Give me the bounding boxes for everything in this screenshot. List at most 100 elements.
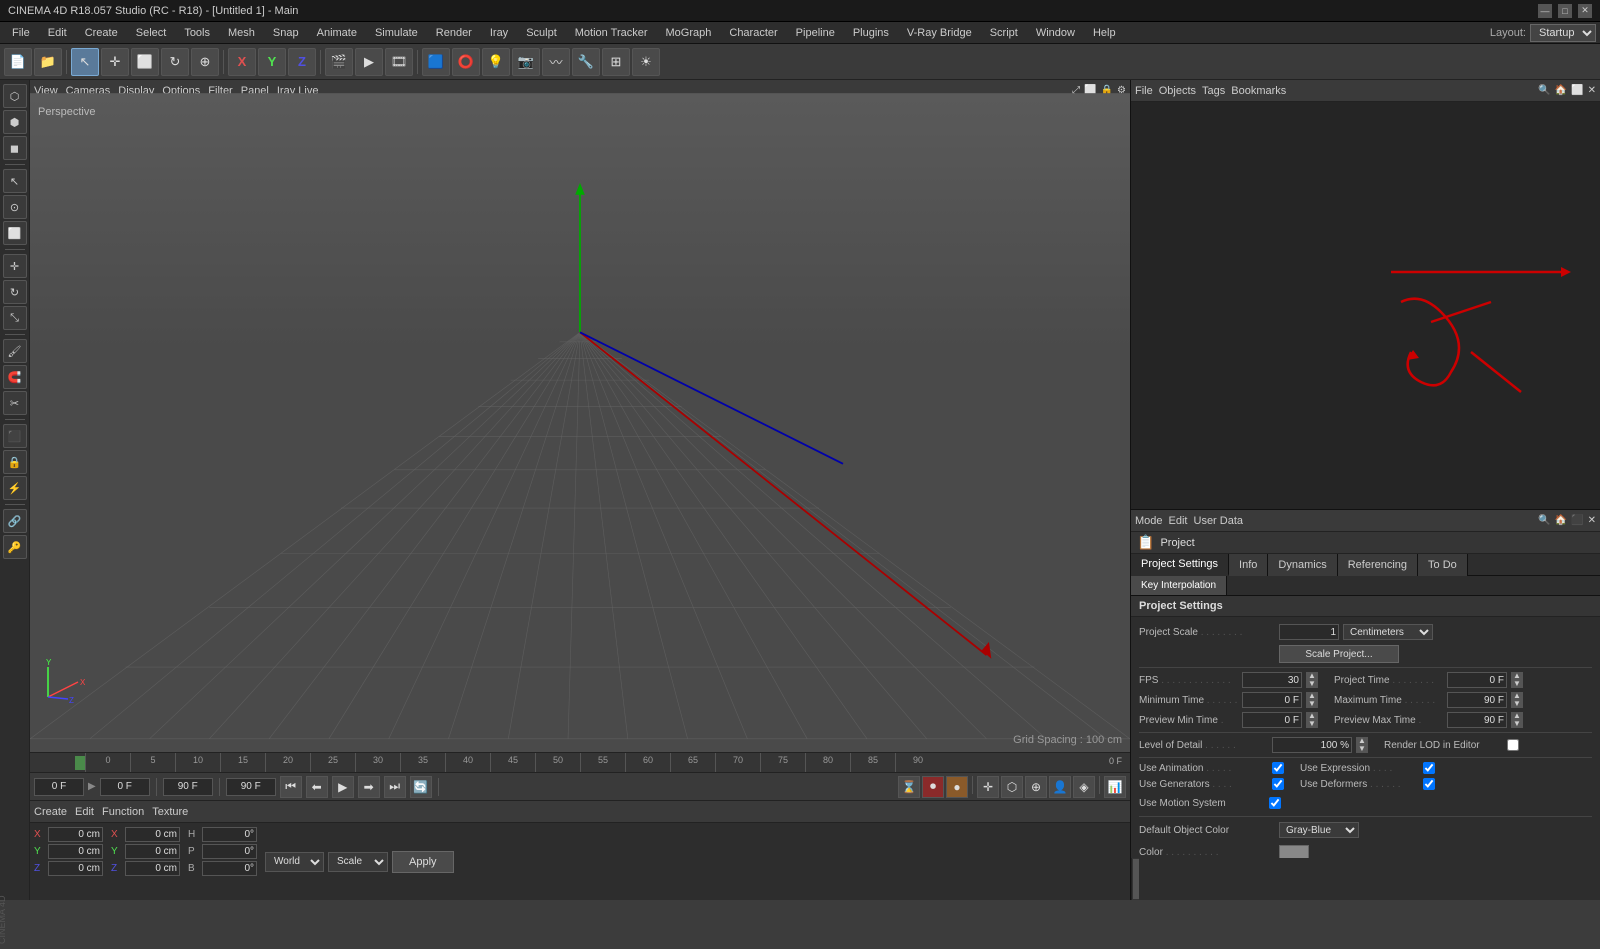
transform-mode-select[interactable]: Scale Move Rotate [328,852,388,872]
use-motion-checkbox[interactable] [1269,797,1281,809]
tab-referencing[interactable]: Referencing [1338,554,1418,576]
menu-file[interactable]: File [4,25,38,41]
menu-select[interactable]: Select [128,25,175,41]
close-button[interactable]: ✕ [1578,4,1592,18]
props-mode[interactable]: Mode [1135,515,1163,527]
use-deformers-checkbox[interactable] [1423,778,1435,790]
current-frame-field[interactable] [34,778,84,796]
props-search-icon[interactable]: 🔍 [1538,515,1550,526]
sidebar-rect-sel[interactable]: ⬜ [3,221,27,245]
menu-motiontracker[interactable]: Motion Tracker [567,25,656,41]
object-manager-content[interactable] [1131,102,1600,509]
props-content[interactable]: Project Scale . . . . . . . . Centimeter… [1131,617,1600,858]
toolbar-z-axis[interactable]: Z [288,48,316,76]
sidebar-object-mode[interactable]: ⬡ [3,84,27,108]
start-frame-field[interactable] [100,778,150,796]
sidebar-bottom2[interactable]: 🔑 [3,535,27,559]
sidebar-bevel[interactable]: 🔒 [3,450,27,474]
record-button[interactable]: ⏺ [922,776,944,798]
play-button[interactable]: ▶ [332,776,354,798]
menu-mesh[interactable]: Mesh [220,25,263,41]
toolbar-open[interactable]: 📁 [34,48,62,76]
toolbar-cursor[interactable]: ↖ [71,48,99,76]
menu-edit[interactable]: Edit [40,25,75,41]
menu-render[interactable]: Render [428,25,480,41]
ik-btn[interactable]: ⬡ [1001,776,1023,798]
toolbar-camera[interactable]: 📷 [512,48,540,76]
toolbar-light[interactable]: 💡 [482,48,510,76]
x-scale[interactable] [125,827,180,842]
menu-pipeline[interactable]: Pipeline [788,25,843,41]
use-generators-checkbox[interactable] [1272,778,1284,790]
menu-script[interactable]: Script [982,25,1026,41]
material-create[interactable]: Create [34,806,67,818]
z-scale[interactable] [125,861,180,876]
sidebar-edge-mode[interactable]: ⬢ [3,110,27,134]
min-time-input[interactable] [1242,692,1302,708]
om-objects[interactable]: Objects [1159,85,1196,97]
menu-mograph[interactable]: MoGraph [658,25,720,41]
project-scale-unit[interactable]: Centimeters Meters Inches [1343,624,1433,640]
toolbar-x-axis[interactable]: X [228,48,256,76]
lod-input[interactable] [1272,737,1352,753]
menu-plugins[interactable]: Plugins [845,25,897,41]
props-layer-icon[interactable]: ⬛ [1571,515,1583,526]
b-rotation[interactable] [202,861,257,876]
sidebar-knife[interactable]: ✂ [3,391,27,415]
material-edit[interactable]: Edit [75,806,94,818]
color-swatch[interactable] [1279,845,1309,858]
x-position[interactable] [48,827,103,842]
toolbar-rotate[interactable]: ↻ [161,48,189,76]
render-lod-checkbox[interactable] [1507,739,1519,751]
tab-todo[interactable]: To Do [1418,554,1468,576]
om-search-icon[interactable]: 🔍 [1538,85,1550,96]
sidebar-bottom1[interactable]: 🔗 [3,509,27,533]
preview-min-down[interactable]: ▼ [1306,720,1318,728]
props-close-icon[interactable]: ✕ [1588,515,1596,526]
loop-button[interactable]: 🔄 [410,776,432,798]
menu-sculpt[interactable]: Sculpt [518,25,565,41]
min-time-down[interactable]: ▼ [1306,700,1318,708]
use-expression-checkbox[interactable] [1423,762,1435,774]
toolbar-render-preview[interactable]: ▶ [355,48,383,76]
project-scale-input[interactable] [1279,624,1339,640]
go-to-start-button[interactable]: ⏮ [280,776,302,798]
props-home-icon[interactable]: 🏠 [1555,515,1567,526]
tab-project-settings[interactable]: Project Settings [1131,554,1229,576]
end-frame-field[interactable] [163,778,213,796]
y-scale[interactable] [125,844,180,859]
sidebar-bridge[interactable]: ⚡ [3,476,27,500]
menu-vray[interactable]: V-Ray Bridge [899,25,980,41]
sidebar-magnet[interactable]: 🧲 [3,365,27,389]
sidebar-scale-btn[interactable]: ⤡ [3,306,27,330]
subtab-key-interpolation[interactable]: Key Interpolation [1131,576,1227,595]
sidebar-move[interactable]: ✛ [3,254,27,278]
props-scrollbar[interactable] [1131,858,1139,900]
om-bookmarks[interactable]: Bookmarks [1231,85,1286,97]
minimize-button[interactable]: — [1538,4,1552,18]
preview-max-input[interactable] [1447,712,1507,728]
preview-max-down[interactable]: ▼ [1511,720,1523,728]
viewport[interactable]: View Cameras Display Options Filter Pane… [30,80,1130,752]
props-userdata[interactable]: User Data [1194,515,1244,527]
h-rotation[interactable] [202,827,257,842]
toolbar-move[interactable]: ✛ [101,48,129,76]
menu-tools[interactable]: Tools [176,25,218,41]
material-texture[interactable]: Texture [152,806,188,818]
sidebar-select-tool[interactable]: ↖ [3,169,27,193]
keyframe-all-button[interactable]: ⌛ [898,776,920,798]
menu-help[interactable]: Help [1085,25,1124,41]
tab-info[interactable]: Info [1229,554,1268,576]
motion-system-btn[interactable]: ✛ [977,776,999,798]
om-file[interactable]: File [1135,85,1153,97]
menu-character[interactable]: Character [721,25,785,41]
toolbar-scale[interactable]: ⬜ [131,48,159,76]
toolbar-y-axis[interactable]: Y [258,48,286,76]
toolbar-new[interactable]: 📄 [4,48,32,76]
toolbar-deformer[interactable]: 🔧 [572,48,600,76]
maximize-button[interactable]: □ [1558,4,1572,18]
layout-select[interactable]: Startup [1530,24,1596,42]
sidebar-extrude[interactable]: ⬛ [3,424,27,448]
sidebar-live-sel[interactable]: ⊙ [3,195,27,219]
om-layer-icon[interactable]: ⬜ [1571,85,1583,96]
